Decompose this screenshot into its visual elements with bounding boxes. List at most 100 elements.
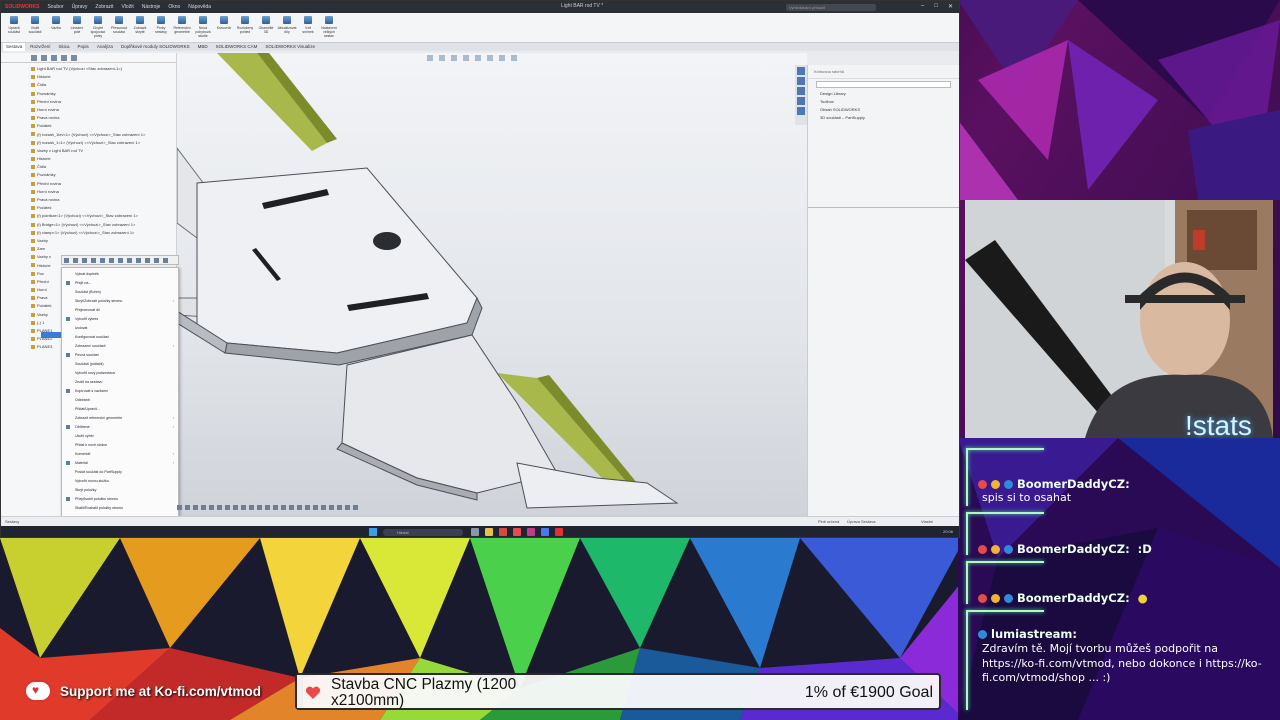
appearance-icon[interactable] (118, 258, 123, 263)
tree-item[interactable]: Zam (31, 245, 176, 253)
tree-item[interactable]: Historie (31, 155, 176, 163)
menu-file[interactable]: Soubor (47, 4, 63, 10)
view-icon[interactable] (257, 505, 262, 510)
view-icon[interactable] (177, 505, 182, 510)
tree-item[interactable]: Horní rovina (31, 106, 176, 114)
move-icon[interactable] (163, 258, 168, 263)
app-icon[interactable] (513, 528, 521, 536)
tab-layout[interactable]: Rozvržení (27, 43, 53, 51)
app-icon[interactable] (527, 528, 535, 536)
tab-evaluate[interactable]: Analýza (94, 43, 116, 51)
command-search-input[interactable]: Vyhledávání příkazů (786, 4, 876, 11)
view-icon[interactable] (321, 505, 326, 510)
previous-view-icon[interactable] (451, 55, 457, 61)
context-menu-item[interactable]: Součásti (potlačit) (62, 360, 178, 369)
view-icon[interactable] (241, 505, 246, 510)
edit-part-icon[interactable] (64, 258, 69, 263)
status-units[interactable]: Vlastní (921, 519, 933, 524)
normal-to-icon[interactable] (136, 258, 141, 263)
tab-markup[interactable]: Popis (75, 43, 92, 51)
context-menu-item[interactable]: Zrušit na sestavu (62, 378, 178, 387)
transparency-icon[interactable] (82, 258, 87, 263)
context-menu-item[interactable]: Kopírovat s vazbami (62, 387, 178, 396)
display-style-icon[interactable] (487, 55, 493, 61)
context-menu-item[interactable]: Přidat/Upravit... (62, 405, 178, 414)
minimize-icon[interactable]: – (921, 3, 924, 10)
context-menu-item[interactable]: Uložit výběr (62, 432, 178, 441)
isolate-icon[interactable] (109, 258, 114, 263)
tree-item[interactable]: Historie (31, 73, 176, 81)
ribbon-button[interactable]: Aktualizovat díly (278, 16, 296, 42)
view-palette-icon[interactable] (797, 97, 805, 105)
library-item[interactable]: Toolbox (808, 98, 959, 106)
tree-item[interactable]: Čidla (31, 163, 176, 171)
edit-appearance-icon[interactable] (511, 55, 517, 61)
open-part-icon[interactable] (91, 258, 96, 263)
ribbon-button[interactable]: Zobrazit skryté (131, 16, 149, 42)
change-transparency-icon[interactable] (100, 258, 105, 263)
context-menu-item[interactable]: Skrýt/Zobrazit položky stromu (62, 297, 178, 306)
context-menu-item[interactable]: Zobrazení součásti (62, 342, 178, 351)
view-icon[interactable] (185, 505, 190, 510)
view-icon[interactable] (273, 505, 278, 510)
context-menu-item[interactable]: Zobrazit referenční geometrie (62, 414, 178, 423)
context-menu-item[interactable]: Přejít na... (62, 279, 178, 288)
ribbon-button[interactable]: Chytré spojovací prvky (89, 16, 107, 42)
tree-item[interactable]: (f) rozsah_1<1> (Výchozí) <<Výchozí>_Sta… (31, 139, 176, 147)
ribbon-button[interactable]: Prvky sestavy (152, 16, 170, 42)
design-library-icon[interactable] (797, 77, 805, 85)
view-icon[interactable] (209, 505, 214, 510)
menu-window[interactable]: Okno (168, 4, 180, 10)
tree-item[interactable]: (f) pointkar<1> (Výchozí) <<Výchozí>_Sta… (31, 212, 176, 220)
close-icon[interactable]: ✕ (948, 3, 953, 10)
menu-help[interactable]: Nápověda (188, 4, 211, 10)
hide-show-icon[interactable] (499, 55, 505, 61)
graphics-area[interactable] (177, 53, 807, 517)
library-item[interactable]: 3D součásti – PartSupply (808, 114, 959, 122)
context-menu-item[interactable]: Vytvořit novou složku (62, 477, 178, 486)
tree-item[interactable]: Pravá rovina (31, 114, 176, 122)
maximize-icon[interactable]: □ (934, 3, 938, 10)
view-icon[interactable] (193, 505, 198, 510)
context-menu-item[interactable]: Vybrat doplněk (62, 270, 178, 279)
context-menu-item[interactable]: Přizpůsobit položku stromu (62, 495, 178, 504)
tree-item[interactable]: Light BAR rod TV (Výchozí <Stav zobrazen… (31, 65, 176, 73)
view-icon[interactable] (225, 505, 230, 510)
app-icon[interactable] (541, 528, 549, 536)
ribbon-button[interactable]: Přesunout součást (110, 16, 128, 42)
ribbon-button[interactable]: Upravit součást (5, 16, 23, 42)
tree-item[interactable]: Počátek (31, 204, 176, 212)
ribbon-button[interactable]: Rozložený pohled (236, 16, 254, 42)
tree-item[interactable]: Přední rovina (31, 98, 176, 106)
view-icon[interactable] (313, 505, 318, 510)
windows-start-icon[interactable] (369, 528, 377, 536)
context-menu-item[interactable]: Odstranit (62, 396, 178, 405)
taskbar-search-input[interactable]: Hledat (383, 529, 463, 536)
tree-item[interactable]: Počátek (31, 122, 176, 130)
chrome-icon[interactable] (499, 528, 507, 536)
ribbon-button[interactable]: Vzít snímek (299, 16, 317, 42)
kofi-banner[interactable]: Support me at Ko-fi.com/vtmod (24, 680, 261, 702)
library-search-input[interactable] (816, 81, 951, 88)
ribbon-button[interactable]: Nastavení velkých sestav (320, 16, 338, 42)
appearances-icon[interactable] (797, 107, 805, 115)
display-manager-icon[interactable] (71, 55, 77, 61)
tree-item[interactable]: (f) Bridge<1> (Výchozí) <<Výchozí>_Stav … (31, 221, 176, 229)
tree-item[interactable]: (f) clamp<1> (Výchozí) <<Výchozí>_Stav z… (31, 229, 176, 237)
ribbon-button[interactable]: Lineární pole (68, 16, 86, 42)
view-icon[interactable] (289, 505, 294, 510)
view-orientation-icon[interactable] (475, 55, 481, 61)
ribbon-button[interactable]: Kusovník (215, 16, 233, 42)
configuration-icon[interactable] (145, 258, 150, 263)
context-menu-item[interactable]: Komentář (62, 450, 178, 459)
tree-item[interactable]: Poznámky (31, 90, 176, 98)
menu-edit[interactable]: Úpravy (72, 4, 88, 10)
view-icon[interactable] (265, 505, 270, 510)
context-menu-item[interactable]: Vytvořit výkres (62, 315, 178, 324)
ribbon-button[interactable]: Okamžité 3D (257, 16, 275, 42)
configuration-icon[interactable] (51, 55, 57, 61)
tab-assembly[interactable]: Sestava (3, 43, 26, 51)
ribbon-button[interactable]: Referenční geometrie (173, 16, 191, 42)
context-menu-item[interactable]: Sbalit/Rozbalit položky stromu (62, 504, 178, 513)
context-menu-item[interactable]: Poslat součást do PartSupply (62, 468, 178, 477)
